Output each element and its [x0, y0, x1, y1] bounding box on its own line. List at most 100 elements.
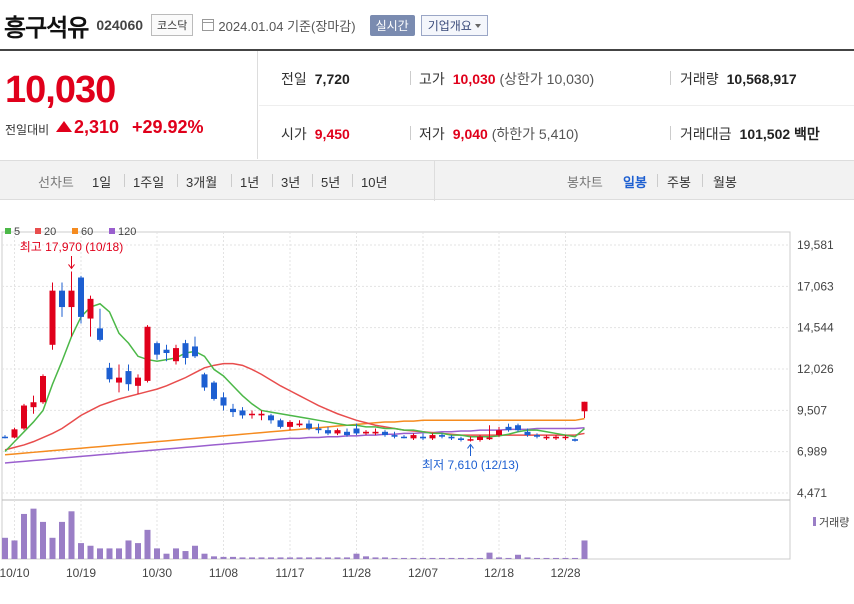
candle[interactable] [211, 380, 217, 401]
min-price-label: 최저 7,610 (12/13) [422, 458, 519, 472]
volume-bar [353, 553, 360, 559]
candle[interactable] [78, 275, 84, 324]
candle[interactable] [106, 362, 113, 383]
volume-bar [230, 556, 236, 559]
candle-body [220, 397, 227, 406]
volume-bar [163, 553, 170, 559]
candle[interactable] [116, 364, 122, 393]
candle[interactable] [87, 295, 94, 337]
candle[interactable] [59, 282, 65, 317]
volume-bar [68, 511, 75, 559]
candle[interactable] [391, 431, 398, 439]
divider [670, 71, 671, 85]
tab-3y[interactable]: 3년 [281, 172, 300, 191]
candle[interactable] [135, 374, 141, 395]
candle-body [325, 430, 331, 434]
candle[interactable] [515, 423, 521, 432]
candle[interactable] [239, 407, 246, 419]
ma20-line [4, 362, 585, 451]
candle[interactable] [401, 435, 407, 439]
tab-1w[interactable]: 1주일 [133, 172, 164, 191]
tab-1y[interactable]: 1년 [240, 172, 259, 191]
candle[interactable] [68, 271, 75, 337]
tab-5y[interactable]: 5년 [321, 172, 340, 191]
volume-bar [192, 545, 198, 559]
candle[interactable] [125, 364, 132, 391]
tab-3m[interactable]: 3개월 [186, 172, 217, 191]
volume-bar [334, 557, 341, 559]
candle[interactable] [2, 435, 8, 439]
tab-10y[interactable]: 10년 [361, 172, 387, 191]
tab-daily[interactable]: 일봉 [623, 172, 647, 191]
volume-bar [477, 557, 483, 559]
realtime-button[interactable]: 실시간 [369, 14, 415, 36]
candle[interactable] [315, 423, 322, 434]
candle-body [125, 371, 132, 385]
candle-body [534, 435, 540, 437]
tab-weekly[interactable]: 주봉 [667, 172, 691, 191]
divider [702, 174, 703, 187]
stock-header: 흥구석유 024060 코스닥 2024.01.04 기준(장마감) 실시간 기… [0, 0, 854, 50]
change-label: 전일대비 [5, 123, 50, 137]
candle[interactable] [21, 403, 27, 431]
volume-bar [268, 557, 274, 559]
candle-body [192, 346, 198, 357]
volume-bar [277, 557, 284, 559]
candle[interactable] [249, 410, 255, 419]
candle[interactable] [296, 420, 303, 427]
candle[interactable] [372, 428, 379, 436]
volume-bar [401, 557, 407, 559]
candle[interactable] [277, 418, 284, 429]
candle-body [562, 436, 569, 439]
candle[interactable] [505, 423, 512, 432]
volume-bar [258, 557, 265, 559]
candle[interactable] [40, 374, 46, 404]
candle[interactable] [268, 413, 274, 424]
candle[interactable] [11, 427, 18, 439]
candle[interactable] [192, 336, 198, 358]
tab-line-chart[interactable]: 선차트 [38, 172, 74, 191]
volume-bar [116, 548, 122, 559]
tab-monthly[interactable]: 월봉 [713, 172, 737, 191]
candle[interactable] [144, 325, 151, 383]
candle[interactable] [581, 401, 588, 419]
candle-body [287, 421, 293, 427]
company-overview-label: 기업개요 [427, 18, 472, 33]
candle[interactable] [154, 341, 160, 360]
tab-1d[interactable]: 1일 [92, 172, 111, 191]
company-overview-button[interactable]: 기업개요 [420, 14, 488, 36]
candle[interactable] [334, 428, 341, 436]
market-badge: 코스닥 [151, 14, 194, 36]
candle[interactable] [534, 433, 540, 439]
volume-bar [581, 540, 588, 559]
high-label: 고가 [419, 71, 445, 87]
candle[interactable] [382, 430, 388, 437]
candle[interactable] [420, 433, 426, 441]
candle[interactable] [230, 403, 236, 418]
candle[interactable] [201, 372, 208, 391]
candle[interactable] [325, 426, 331, 436]
candle[interactable] [220, 392, 227, 411]
candle[interactable] [410, 433, 417, 441]
candle-body [515, 425, 521, 431]
candle[interactable] [486, 425, 493, 441]
high-value: 10,030 [452, 71, 496, 87]
candle[interactable] [458, 436, 464, 442]
tab-candle-chart[interactable]: 봉차트 [567, 172, 603, 191]
divider [231, 174, 232, 187]
candle[interactable] [173, 344, 179, 365]
candlestick-chart[interactable]: 5 20 60 120 거래량 19,581 17,063 14,544 12,026 9,5… [0, 200, 854, 604]
candle[interactable] [182, 339, 189, 365]
candle-body [553, 436, 559, 439]
candle-body [467, 439, 474, 441]
candle-body [211, 382, 217, 399]
candle[interactable] [572, 438, 578, 442]
candle[interactable] [49, 282, 56, 350]
candle-body [59, 290, 65, 308]
candle[interactable] [97, 308, 103, 342]
candle[interactable] [30, 395, 37, 414]
candle[interactable] [429, 433, 436, 441]
candle[interactable] [287, 420, 293, 431]
candle-body [154, 343, 160, 355]
candle[interactable] [258, 410, 265, 421]
